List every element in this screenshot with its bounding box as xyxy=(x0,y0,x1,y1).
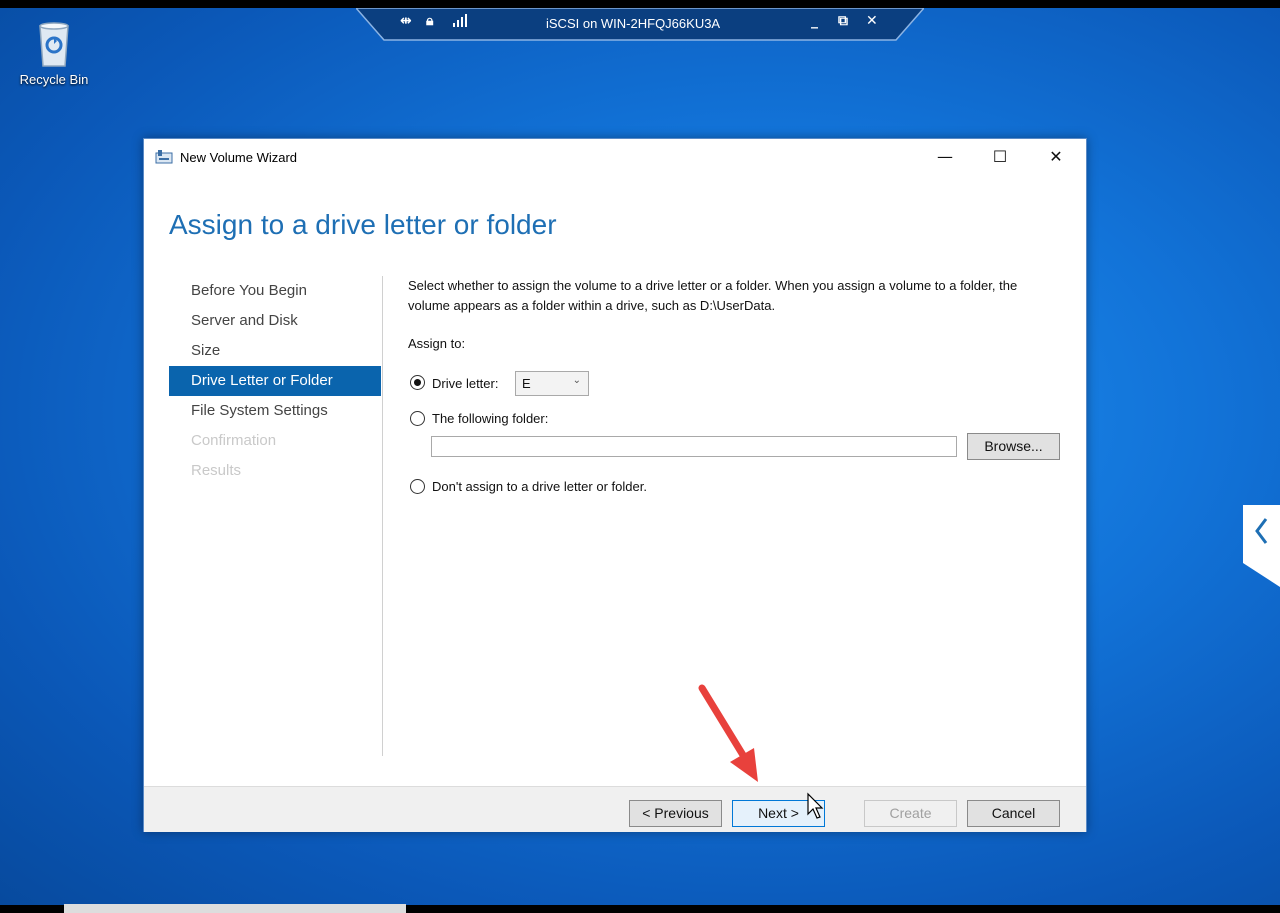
recycle-bin[interactable]: Recycle Bin xyxy=(8,20,100,87)
close-button[interactable]: ✕ xyxy=(1033,143,1079,171)
title-bar[interactable]: New Volume Wizard — ☐ ✕ xyxy=(144,139,1086,175)
wizard-footer: < Previous Next > Create Cancel xyxy=(144,786,1086,832)
wizard-content: Select whether to assign the volume to a… xyxy=(408,276,1068,494)
side-panel-tab[interactable] xyxy=(1243,505,1280,599)
minimize-icon[interactable]: _ xyxy=(811,13,818,29)
create-button: Create xyxy=(864,800,957,827)
step-confirmation: Confirmation xyxy=(191,432,277,449)
cancel-button[interactable]: Cancel xyxy=(967,800,1060,827)
assign-to-label: Assign to: xyxy=(408,336,466,351)
no-assign-label[interactable]: Don't assign to a drive letter or folder… xyxy=(432,479,647,494)
recycle-bin-label: Recycle Bin xyxy=(19,72,89,87)
drive-letter-select[interactable]: E ⌄ xyxy=(515,371,589,396)
step-server-and-disk[interactable]: Server and Disk xyxy=(169,306,381,336)
window-title: New Volume Wizard xyxy=(180,150,298,165)
nav-divider xyxy=(382,276,383,756)
step-drive-letter-or-folder[interactable]: Drive Letter or Folder xyxy=(169,366,381,396)
description-text: Select whether to assign the volume to a… xyxy=(408,278,1018,313)
step-before-you-begin[interactable]: Before You Begin xyxy=(169,276,381,306)
step-size[interactable]: Size xyxy=(169,336,381,366)
maximize-button[interactable]: ☐ xyxy=(977,143,1023,171)
step-file-system-settings[interactable]: File System Settings xyxy=(169,396,381,426)
folder-path-input[interactable] xyxy=(431,436,957,457)
drive-letter-value: E xyxy=(522,376,531,391)
recycle-bin-icon xyxy=(39,22,69,67)
folder-label[interactable]: The following folder: xyxy=(432,411,548,426)
pin-icon[interactable]: ⇹ xyxy=(400,13,412,29)
minimize-button[interactable]: — xyxy=(922,143,968,171)
annotation-arrow xyxy=(698,684,758,782)
no-assign-radio[interactable] xyxy=(410,479,425,494)
browse-button[interactable]: Browse... xyxy=(967,433,1060,460)
folder-radio[interactable] xyxy=(410,411,425,426)
drive-letter-label[interactable]: Drive letter: xyxy=(432,376,498,391)
page-heading: Assign to a drive letter or folder xyxy=(169,209,557,240)
wizard-steps-nav: Before You Begin Server and Disk Size Dr… xyxy=(169,276,381,486)
chevron-down-icon: ⌄ xyxy=(572,375,581,386)
drive-letter-radio[interactable] xyxy=(410,375,425,390)
remote-connection-bar: ⇹ 🔒︎ iSCSI on WIN-2HFQJ66KU3A _ ⧉ ✕ xyxy=(356,8,924,41)
previous-button[interactable]: < Previous xyxy=(629,800,722,827)
lock-icon: 🔒︎ xyxy=(426,13,434,29)
new-volume-wizard-window: New Volume Wizard — ☐ ✕ Assign to a driv… xyxy=(143,138,1087,832)
remote-session-title: iSCSI on WIN-2HFQJ66KU3A xyxy=(546,16,721,31)
step-results: Results xyxy=(191,462,242,479)
taskbar-edge xyxy=(64,904,406,913)
mouse-cursor-icon xyxy=(807,792,824,819)
wizard-app-icon xyxy=(155,149,173,169)
close-icon[interactable]: ✕ xyxy=(866,13,878,29)
restore-icon[interactable]: ⧉ xyxy=(838,13,848,29)
